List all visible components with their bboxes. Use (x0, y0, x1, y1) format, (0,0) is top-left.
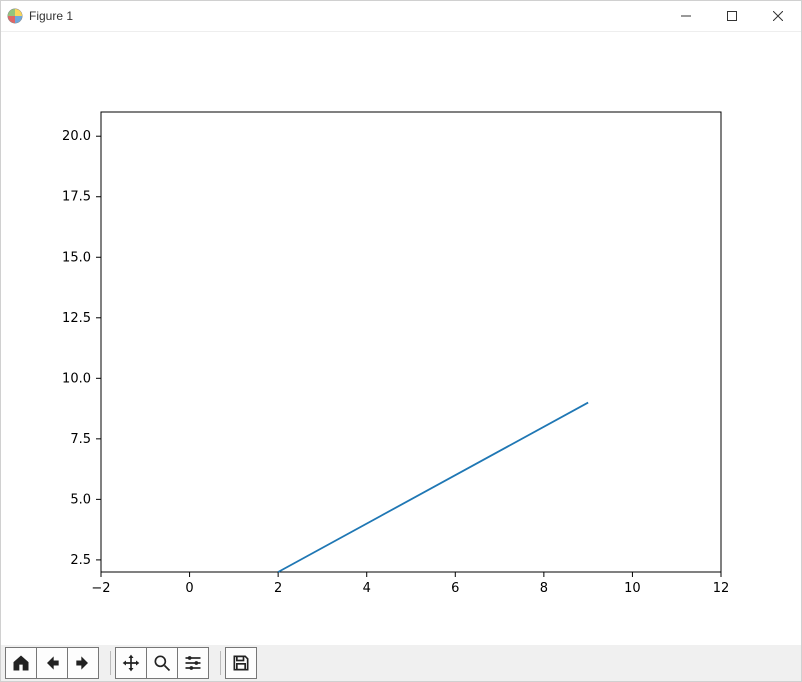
app-icon (7, 8, 23, 24)
zoom-button[interactable] (146, 647, 178, 679)
x-tick-label: −2 (91, 581, 110, 596)
save-button[interactable] (225, 647, 257, 679)
toolbar (1, 645, 801, 681)
y-tick-label: 20.0 (62, 129, 91, 144)
axes-box (101, 112, 721, 572)
arrow-left-icon (42, 653, 62, 673)
pan-button[interactable] (115, 647, 147, 679)
toolbar-separator (220, 651, 221, 675)
y-tick-label: 10.0 (62, 371, 91, 386)
forward-button[interactable] (67, 647, 99, 679)
save-icon (231, 653, 251, 673)
y-tick-label: 2.5 (70, 553, 91, 568)
home-icon (11, 653, 31, 673)
x-tick-label: 6 (451, 581, 459, 596)
move-icon (121, 653, 141, 673)
y-tick-label: 12.5 (62, 311, 91, 326)
arrow-right-icon (73, 653, 93, 673)
x-tick-label: 2 (274, 581, 282, 596)
plot-svg: −2 0 2 4 6 8 10 12 2.5 5.0 7.5 10.0 12.5 15.0 17.5 20.0 (1, 32, 801, 646)
x-tick-label: 8 (540, 581, 548, 596)
x-tick-label: 0 (185, 581, 193, 596)
maximize-icon (727, 11, 737, 21)
back-button[interactable] (36, 647, 68, 679)
data-line (278, 403, 588, 572)
titlebar: Figure 1 (1, 1, 801, 32)
y-tick-label: 5.0 (70, 492, 91, 507)
minimize-icon (681, 11, 691, 21)
zoom-icon (152, 653, 172, 673)
figure-window: Figure 1 −2 0 2 4 6 8 10 12 2.5 5.0 7.5 10.0 12.5 15.… (0, 0, 802, 682)
close-button[interactable] (755, 1, 801, 31)
x-tick-label: 4 (363, 581, 371, 596)
configure-button[interactable] (177, 647, 209, 679)
home-button[interactable] (5, 647, 37, 679)
close-icon (773, 11, 783, 21)
sliders-icon (183, 653, 203, 673)
plot-area[interactable]: −2 0 2 4 6 8 10 12 2.5 5.0 7.5 10.0 12.5 15.0 17.5 20.0 (1, 32, 801, 645)
y-tick-label: 17.5 (62, 190, 91, 205)
x-tick-label: 10 (624, 581, 641, 596)
x-tick-label: 12 (713, 581, 730, 596)
maximize-button[interactable] (709, 1, 755, 31)
toolbar-separator (110, 651, 111, 675)
y-tick-label: 7.5 (70, 432, 91, 447)
y-tick-label: 15.0 (62, 250, 91, 265)
minimize-button[interactable] (663, 1, 709, 31)
window-title: Figure 1 (29, 9, 73, 23)
